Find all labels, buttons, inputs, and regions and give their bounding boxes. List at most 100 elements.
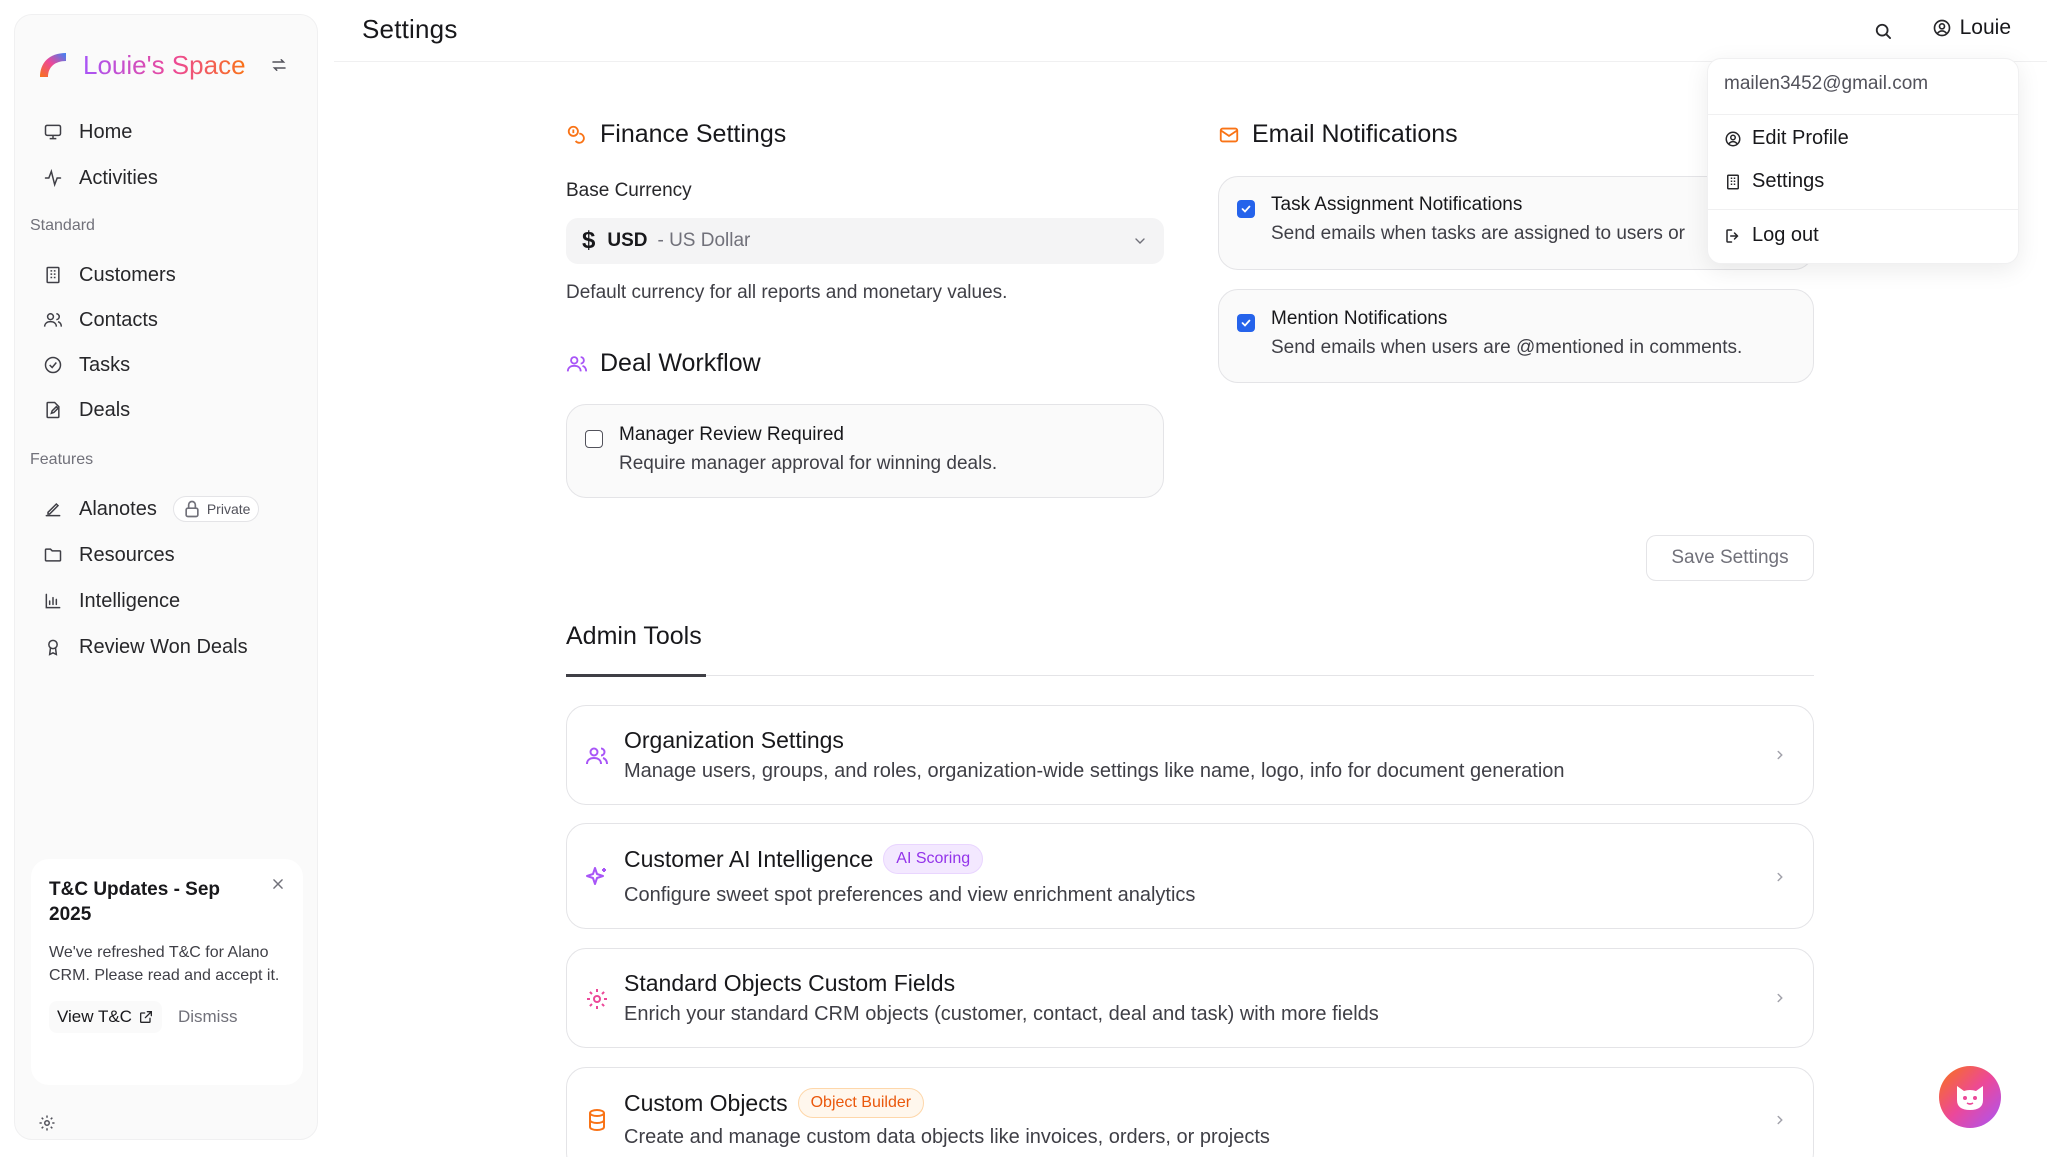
database-icon [589, 1109, 605, 1132]
tc-close-button[interactable] [271, 877, 285, 896]
mention-desc: Send emails when users are @mentioned in… [1271, 337, 1743, 358]
building-icon [1727, 174, 1739, 189]
mention-card[interactable]: Mention Notifications Send emails when u… [1218, 289, 1814, 383]
sidebar-item-label: Home [79, 120, 133, 143]
currency-code: USD [607, 230, 648, 251]
task-assignment-title: Task Assignment Notifications [1271, 194, 1523, 215]
swap-arrows-icon [272, 59, 286, 71]
tc-body: We've refreshed T&C for Alano CRM. Pleas… [49, 944, 280, 984]
private-badge: Private [172, 496, 260, 522]
sidebar-item-home[interactable]: Home [29, 112, 305, 152]
tool-title: Customer AI Intelligence AI Scoring [624, 844, 984, 874]
section-label-features: Features [30, 451, 94, 468]
organization-settings-card[interactable]: Organization Settings Manage users, grou… [566, 705, 1814, 805]
email-notifications-title: Email Notifications [1218, 120, 1458, 149]
currency-name: - US Dollar [657, 230, 751, 251]
dismiss-button[interactable]: Dismiss [178, 1007, 238, 1027]
sidebar-item-deals[interactable]: Deals [29, 390, 305, 430]
user-menu-button[interactable]: Louie [1932, 16, 2011, 40]
lock-icon [185, 500, 199, 518]
edit-profile-label: Edit Profile [1752, 127, 1849, 149]
page-title: Settings [362, 14, 458, 44]
sidebar-item-label: Activities [79, 166, 158, 189]
gear-icon [39, 1115, 55, 1131]
sidebar-item-contacts[interactable]: Contacts [29, 300, 305, 340]
sidebar-item-review-won-deals[interactable]: Review Won Deals [29, 627, 305, 667]
sidebar: Louie's Space Home Activities Standard C… [14, 14, 318, 1140]
check-circle-icon [44, 356, 62, 374]
deal-workflow-label: Deal Workflow [600, 349, 761, 377]
customer-ai-intelligence-card[interactable]: Customer AI Intelligence AI Scoring Conf… [566, 823, 1814, 929]
chevron-right-icon [1777, 1115, 1783, 1125]
check-icon [1241, 205, 1251, 213]
chevron-right-icon [1777, 993, 1783, 1003]
file-edit-icon [46, 401, 60, 419]
user-name: Louie [1959, 16, 2011, 39]
users-icon [586, 747, 608, 765]
task-assignment-checkbox[interactable] [1237, 200, 1255, 218]
tool-title-text: Customer AI Intelligence [624, 845, 874, 872]
monitor-icon [44, 124, 62, 140]
edit-profile-menu-item[interactable]: Edit Profile [1724, 127, 1849, 150]
manager-review-desc: Require manager approval for winning dea… [619, 453, 998, 474]
base-currency-label: Base Currency [566, 180, 692, 201]
base-currency-select[interactable]: $ USD - US Dollar [566, 218, 1164, 264]
sidebar-item-label: Resources [79, 543, 175, 566]
sidebar-item-label: Customers [79, 263, 176, 286]
mention-title: Mention Notifications [1271, 308, 1448, 329]
tab-admin-tools[interactable]: Admin Tools [566, 620, 702, 651]
user-circle-icon [1933, 19, 1950, 37]
chevron-right-icon [1777, 750, 1783, 760]
ai-scoring-badge: AI Scoring [883, 844, 984, 874]
sidebar-item-resources[interactable]: Resources [29, 535, 305, 575]
tool-title-text: Custom Objects [624, 1089, 788, 1116]
sidebar-item-alanotes[interactable]: Alanotes Private [29, 489, 305, 529]
mention-checkbox[interactable] [1237, 314, 1255, 332]
cat-face-icon [1957, 1086, 1983, 1110]
sparkles-icon [586, 867, 606, 885]
sidebar-item-label: Deals [79, 398, 131, 421]
manager-review-card[interactable]: Manager Review Required Require manager … [566, 404, 1164, 498]
sidebar-item-label: Tasks [79, 353, 131, 376]
view-tc-label: View T&C [57, 1007, 132, 1026]
sidebar-item-activities[interactable]: Activities [29, 158, 305, 198]
sidebar-item-label: Review Won Deals [79, 635, 248, 658]
tool-desc: Enrich your standard CRM objects (custom… [624, 1003, 1379, 1025]
sidebar-item-label: Contacts [79, 308, 158, 331]
user-dropdown-menu: mailen3452@gmail.com Edit Profile Settin… [1707, 58, 2019, 264]
external-link-icon [139, 1011, 152, 1023]
sidebar-item-tasks[interactable]: Tasks [29, 345, 305, 385]
tool-title: Organization Settings [624, 727, 844, 754]
view-tc-button[interactable]: View T&C [49, 1001, 162, 1033]
tool-title: Standard Objects Custom Fields [624, 970, 955, 997]
activity-icon [44, 168, 62, 188]
award-icon [48, 639, 58, 656]
finance-settings-title: Finance Settings [566, 120, 786, 149]
tool-title: Custom Objects Object Builder [624, 1088, 925, 1118]
save-settings-button[interactable]: Save Settings [1646, 535, 1814, 581]
sidebar-settings-button[interactable] [33, 1109, 61, 1137]
collapse-sidebar-button[interactable] [265, 51, 293, 79]
chevron-right-icon [1777, 872, 1783, 882]
logout-menu-item[interactable]: Log out [1724, 224, 1819, 247]
check-icon [1241, 319, 1251, 327]
building-icon [46, 266, 60, 284]
standard-objects-custom-fields-card[interactable]: Standard Objects Custom Fields Enrich yo… [566, 948, 1814, 1048]
logout-label: Log out [1752, 224, 1819, 246]
sidebar-item-customers[interactable]: Customers [29, 255, 305, 295]
brand[interactable]: Louie's Space [37, 35, 246, 95]
private-badge-label: Private [206, 501, 251, 517]
sidebar-item-label: Alanotes [79, 497, 157, 520]
custom-objects-card[interactable]: Custom Objects Object Builder Create and… [566, 1067, 1814, 1157]
chevron-down-icon [1135, 238, 1145, 244]
tool-title-text: Standard Objects Custom Fields [624, 970, 956, 996]
manager-review-checkbox[interactable] [585, 430, 603, 448]
logout-icon [1726, 228, 1739, 243]
sidebar-item-label: Intelligence [79, 589, 181, 612]
manager-review-title: Manager Review Required [619, 424, 844, 445]
assistant-chat-button[interactable] [1939, 1066, 2001, 1128]
settings-menu-item[interactable]: Settings [1724, 170, 1824, 193]
top-header: Settings Louie [334, 0, 2047, 62]
sidebar-item-intelligence[interactable]: Intelligence [29, 581, 305, 621]
search-button[interactable] [1869, 17, 1897, 45]
